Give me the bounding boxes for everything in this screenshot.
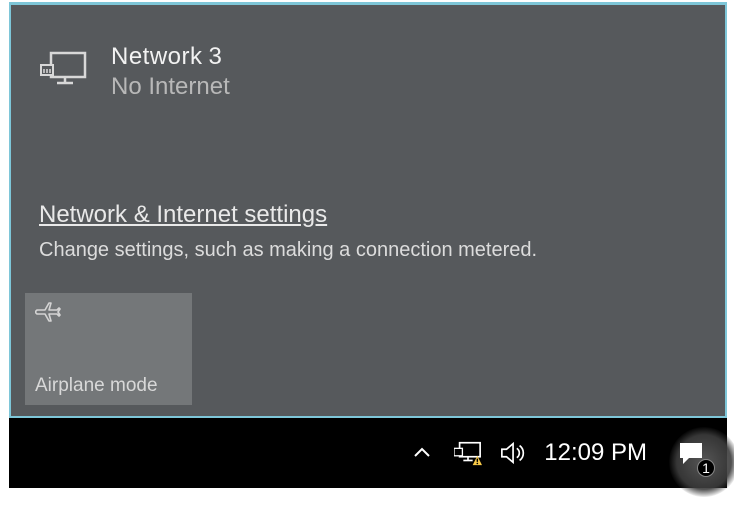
airplane-icon [35, 301, 61, 323]
tray-volume-button[interactable] [500, 439, 528, 467]
chevron-up-icon [412, 443, 432, 463]
action-center-badge: 1 [697, 459, 715, 477]
network-item[interactable]: Network3 No Internet [39, 43, 230, 101]
network-name-label: Network [111, 43, 203, 70]
network-flyout: Network3 No Internet Network & Internet … [9, 2, 727, 418]
taskbar: 12:09 PM 1 [9, 418, 727, 488]
network-settings-block: Network & Internet settings Change setti… [39, 201, 537, 262]
network-index: 3 [209, 43, 223, 70]
network-texts: Network3 No Internet [111, 43, 230, 101]
tray-overflow-button[interactable] [408, 439, 436, 467]
network-status: No Internet [111, 73, 230, 101]
action-center-button[interactable]: 1 [661, 423, 721, 483]
airplane-mode-tile[interactable]: Airplane mode [25, 293, 192, 405]
system-tray [408, 439, 528, 467]
network-name: Network3 [111, 43, 230, 71]
tray-network-button[interactable] [454, 439, 482, 467]
airplane-mode-label: Airplane mode [35, 375, 158, 397]
network-settings-description: Change settings, such as making a connec… [39, 239, 537, 262]
speaker-icon [500, 440, 528, 466]
ethernet-warning-icon [454, 440, 482, 466]
taskbar-clock[interactable]: 12:09 PM [544, 439, 647, 467]
ethernet-monitor-icon [39, 49, 87, 93]
network-settings-link[interactable]: Network & Internet settings [39, 201, 537, 229]
